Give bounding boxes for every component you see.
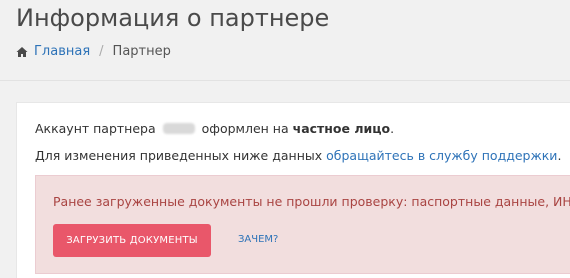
why-link[interactable]: ЗАЧЕМ?	[238, 234, 278, 245]
blurred-partner-id	[162, 123, 195, 134]
upload-documents-button[interactable]: ЗАГРУЗИТЬ ДОКУМЕНТЫ	[53, 224, 211, 257]
account-type: частное лицо	[292, 121, 391, 136]
home-icon	[16, 46, 28, 57]
change-info-suffix: .	[557, 148, 562, 163]
account-middle: оформлен на	[201, 121, 289, 136]
page-title: Информация о партнере	[16, 4, 330, 32]
documents-alert: Ранее загруженные документы не прошли пр…	[35, 175, 570, 274]
page-header: Информация о партнере Главная / Партнер	[0, 0, 570, 81]
change-info-prefix: Для изменения приведенных ниже данных	[35, 148, 323, 163]
account-line: Аккаунт партнера оформлен на частное лиц…	[35, 121, 394, 136]
breadcrumb: Главная / Партнер	[16, 44, 171, 59]
breadcrumb-home-link[interactable]: Главная	[34, 44, 90, 59]
partner-info-panel: Аккаунт партнера оформлен на частное лиц…	[16, 102, 570, 278]
account-suffix: .	[390, 121, 395, 136]
account-prefix: Аккаунт партнера	[35, 121, 156, 136]
breadcrumb-current: Партнер	[112, 44, 171, 59]
breadcrumb-separator: /	[99, 44, 104, 59]
change-info-line: Для изменения приведенных ниже данных об…	[35, 148, 561, 163]
alert-message: Ранее загруженные документы не прошли пр…	[53, 194, 570, 209]
support-link[interactable]: обращайтесь в службу поддержки	[326, 148, 557, 163]
